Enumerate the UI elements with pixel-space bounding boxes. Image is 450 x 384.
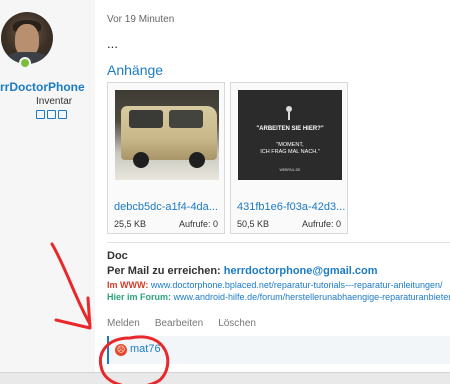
- attachments-heading: Anhänge: [107, 62, 164, 78]
- signature-mail-link[interactable]: herrdoctorphone@gmail.com: [224, 265, 378, 277]
- attachment-filename[interactable]: 431fb1e6-f03a-42d3...: [237, 201, 345, 213]
- attachment-views: Aufrufe: 0: [301, 219, 341, 229]
- post-body: ...: [107, 36, 118, 51]
- signature-mail-line: Per Mail zu erreichen: herrdoctorphone@g…: [107, 265, 378, 277]
- attachment-views: Aufrufe: 0: [178, 219, 218, 229]
- signature-www-link[interactable]: www.doctorphone.bplaced.net/reparatur-tu…: [151, 280, 443, 290]
- signature-divider: [107, 242, 450, 243]
- signature-mail-prefix: Per Mail zu erreichen:: [107, 265, 224, 277]
- signature-name: Doc: [107, 250, 128, 262]
- car-window: [129, 110, 163, 128]
- reactions-bar: ☹ mat76: [107, 336, 450, 364]
- signature-forum-line: Hier im Forum: www.android-hilfe.de/foru…: [107, 292, 450, 302]
- attachment-size: 25,5 KB: [114, 219, 147, 229]
- attachment-thumbnail[interactable]: "ARBEITEN SIE HIER?" "MOMENT, ICH FRAG M…: [238, 90, 342, 180]
- post-content: Vor 19 Minuten ... Anhänge debcb5dc-a1f4…: [95, 0, 450, 384]
- author-badges: [36, 110, 67, 119]
- attachment-card[interactable]: debcb5dc-a1f4-4da... 25,5 KB Aufrufe: 0: [107, 82, 225, 234]
- car-window: [169, 110, 203, 128]
- reaction-user-link[interactable]: mat76: [130, 343, 161, 355]
- badge-book-icon[interactable]: [47, 110, 56, 119]
- image-caption-line: "MOMENT,: [276, 142, 304, 148]
- delete-button[interactable]: Löschen: [218, 318, 256, 329]
- author-sidebar: rrDoctorPhone Inventar: [0, 0, 95, 384]
- post-actions: Melden Bearbeiten Löschen: [107, 318, 256, 329]
- post-timestamp[interactable]: Vor 19 Minuten: [107, 14, 174, 25]
- sign-pole: [288, 112, 290, 120]
- signature-www-label: Im WWW:: [107, 280, 149, 290]
- car-wheel: [189, 152, 205, 168]
- image-watermark: WEBFAIL.DE: [279, 168, 301, 172]
- avatar[interactable]: [1, 12, 53, 64]
- attachment-filename[interactable]: debcb5dc-a1f4-4da...: [114, 201, 222, 213]
- attachment-card[interactable]: "ARBEITEN SIE HIER?" "MOMENT, ICH FRAG M…: [230, 82, 348, 234]
- report-button[interactable]: Melden: [107, 318, 140, 329]
- signature-forum-label: Hier im Forum:: [107, 292, 172, 302]
- signature-forum-link[interactable]: www.android-hilfe.de/forum/herstelleruna…: [174, 292, 450, 302]
- attachment-size: 50,5 KB: [237, 219, 270, 229]
- edit-button[interactable]: Bearbeiten: [155, 318, 203, 329]
- forum-post: rrDoctorPhone Inventar Vor 19 Minuten ..…: [0, 0, 450, 384]
- author-username[interactable]: rrDoctorPhone: [0, 80, 85, 94]
- image-caption-line: "ARBEITEN SIE HIER?": [256, 126, 324, 132]
- author-rank: Inventar: [36, 96, 73, 107]
- signature-www-line: Im WWW: www.doctorphone.bplaced.net/repa…: [107, 280, 443, 290]
- car-wheel: [133, 152, 149, 168]
- badge-laptop-icon[interactable]: [58, 110, 67, 119]
- badge-book-icon[interactable]: [36, 110, 45, 119]
- attachment-thumbnail[interactable]: [115, 90, 219, 180]
- online-status-icon: [19, 57, 31, 69]
- bottom-scroll-bar[interactable]: [0, 372, 450, 384]
- angry-reaction-icon[interactable]: ☹: [115, 344, 127, 356]
- image-caption-line: ICH FRAG MAL NACH.": [260, 149, 320, 155]
